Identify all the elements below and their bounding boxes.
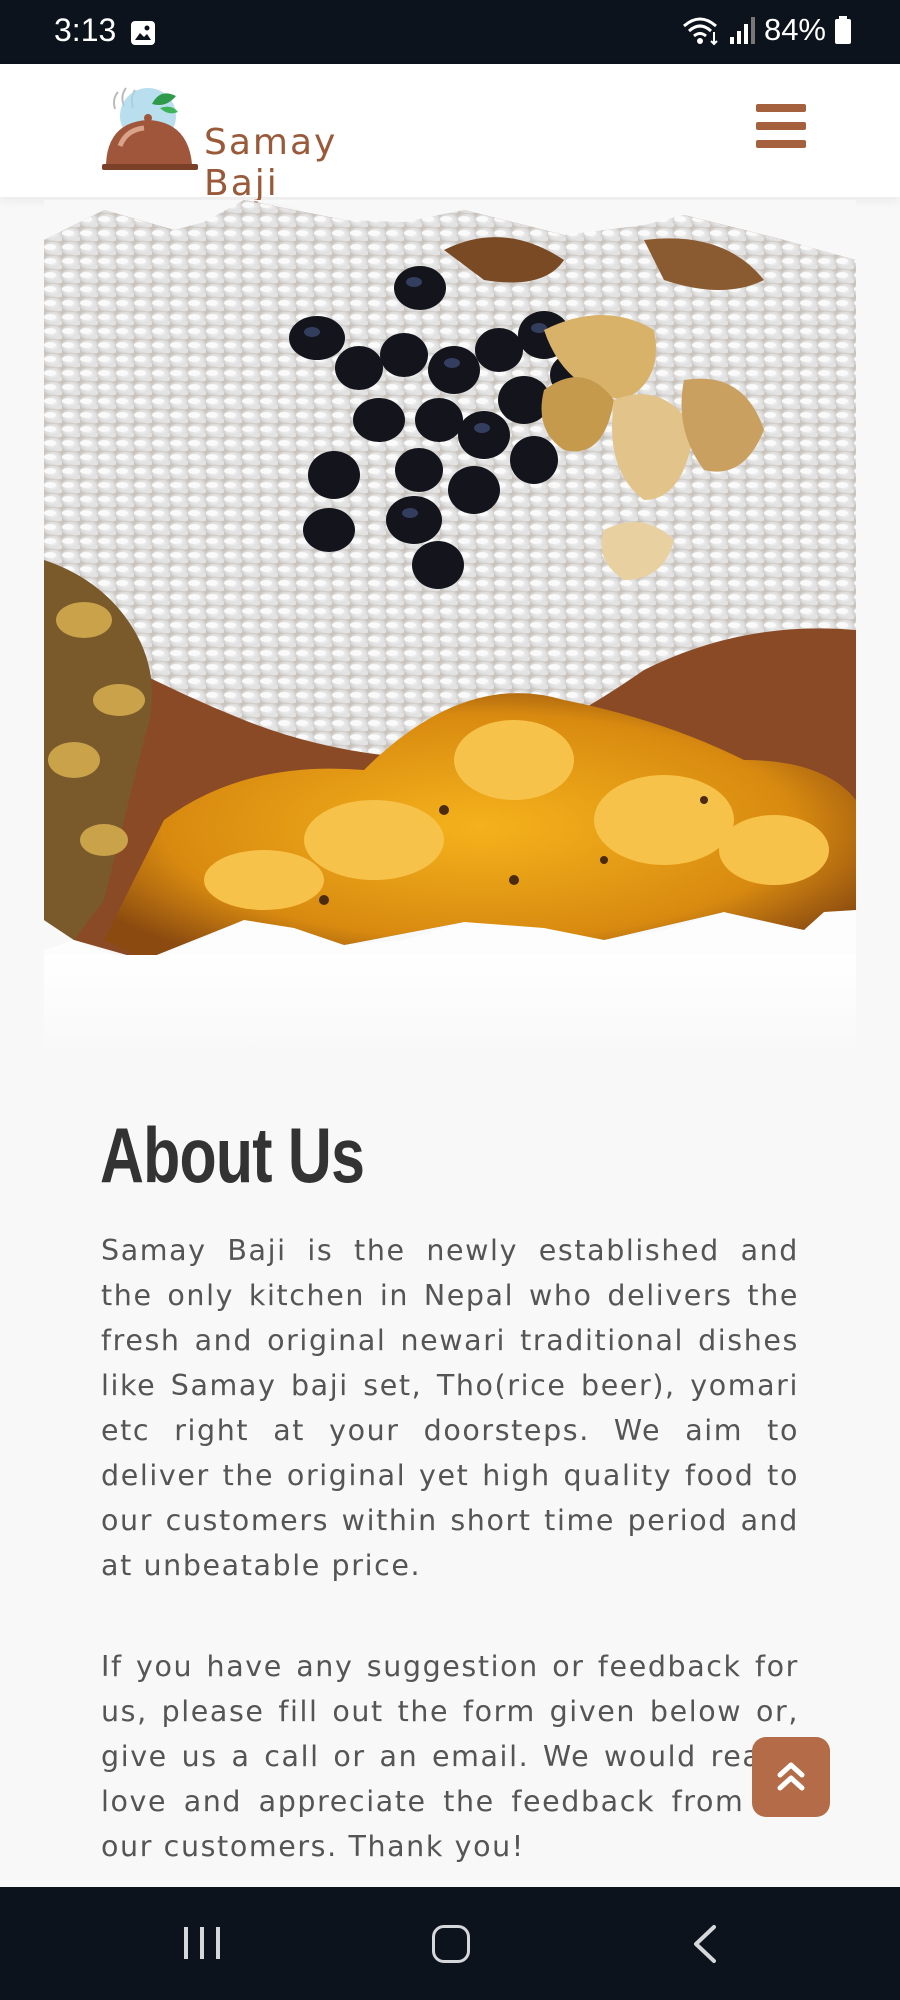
signal-icon <box>729 17 755 44</box>
hamburger-menu-button[interactable] <box>756 104 816 156</box>
wifi-icon <box>682 17 718 46</box>
status-icons: 84% <box>680 12 852 48</box>
gallery-icon <box>131 21 155 45</box>
double-chevron-up-icon <box>777 1762 805 1791</box>
about-title: About Us <box>100 1111 365 1199</box>
hero-bottom-fade <box>44 955 856 1055</box>
cloche-logo-icon <box>102 87 198 170</box>
site-logo[interactable]: Samay Baji <box>100 84 400 204</box>
back-icon[interactable] <box>690 1923 720 1965</box>
battery-percentage: 84% <box>763 12 826 47</box>
home-icon[interactable] <box>432 1925 470 1963</box>
logo-text: Samay Baji <box>204 122 338 204</box>
hero-food-image <box>44 200 856 970</box>
battery-icon <box>835 16 851 44</box>
scroll-to-top-button[interactable] <box>752 1737 830 1817</box>
recent-apps-icon[interactable] <box>182 1923 222 1963</box>
about-paragraph-1: Samay Baji is the newly established and … <box>101 1234 799 1582</box>
site-header: Samay Baji <box>0 64 900 204</box>
about-paragraph-2: If you have any suggestion or feedback f… <box>101 1650 799 1863</box>
status-bar: 3:13 84% <box>0 0 900 64</box>
navigation-bar <box>0 1887 900 2000</box>
status-time: 3:13 <box>54 12 117 48</box>
hamburger-menu-icon <box>756 104 806 112</box>
